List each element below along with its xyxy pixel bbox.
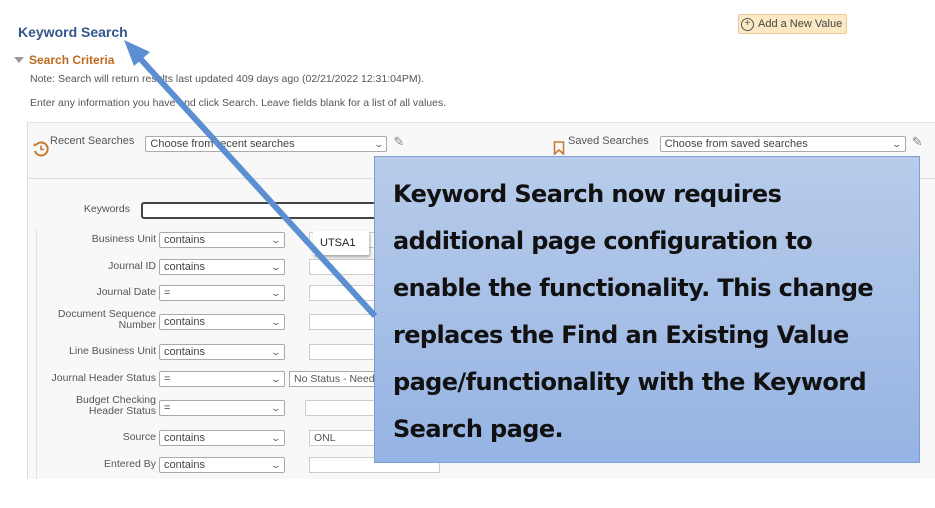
saved-searches: Saved Searches Choose from saved searche… xyxy=(553,134,923,155)
history-clock-icon xyxy=(33,141,49,157)
field-label: Journal Header Status xyxy=(51,372,156,384)
operator-value: = xyxy=(164,402,171,414)
saved-searches-label: Saved Searches xyxy=(568,135,649,147)
recent-searches-placeholder: Choose from recent searches xyxy=(150,138,295,150)
instructions-text: Enter any information you have and click… xyxy=(30,97,447,109)
operator-value: contains xyxy=(164,432,205,444)
operator-value: = xyxy=(164,287,171,299)
operator-value: contains xyxy=(164,346,205,358)
field-label: Document Sequence Number xyxy=(57,308,156,331)
operator-select[interactable]: contains ⌄ xyxy=(159,259,285,275)
recent-searches: Recent Searches Choose from recent searc… xyxy=(32,134,404,158)
field-label: Journal Date xyxy=(96,286,156,298)
autocomplete-suggestion[interactable]: UTSA1 xyxy=(313,231,369,255)
page-title: Keyword Search xyxy=(18,24,128,40)
chevron-down-icon: ⌄ xyxy=(270,261,282,272)
operator-select[interactable]: contains ⌄ xyxy=(159,430,285,446)
field-label: Journal ID xyxy=(108,260,156,272)
note-text: Note: Search will return results last up… xyxy=(30,73,424,85)
operator-select[interactable]: = ⌄ xyxy=(159,400,285,416)
saved-searches-placeholder: Choose from saved searches xyxy=(664,138,808,150)
chevron-down-icon: ⌄ xyxy=(270,402,282,413)
operator-select[interactable]: contains ⌄ xyxy=(159,344,285,360)
chevron-down-icon: ⌄ xyxy=(270,459,282,470)
chevron-down-icon: ⌄ xyxy=(373,138,384,149)
operator-value: contains xyxy=(164,234,205,246)
operator-value: = xyxy=(164,373,171,385)
operator-value: contains xyxy=(164,316,205,328)
operator-select[interactable]: = ⌄ xyxy=(159,285,285,301)
annotation-callout: Keyword Search now requires additional p… xyxy=(374,156,920,463)
chevron-down-icon: ⌄ xyxy=(891,138,903,149)
keywords-label: Keywords xyxy=(83,203,130,215)
add-new-value-button[interactable]: + Add a New Value xyxy=(738,14,848,34)
edit-pencil-icon[interactable]: ✎ xyxy=(912,134,923,150)
field-label: Line Business Unit xyxy=(69,345,156,357)
recent-searches-label: Recent Searches xyxy=(50,135,135,147)
collapse-triangle-icon xyxy=(14,57,24,63)
operator-select[interactable]: = ⌄ xyxy=(159,371,285,387)
chevron-down-icon: ⌄ xyxy=(270,316,282,327)
recent-searches-select[interactable]: Choose from recent searches ⌄ xyxy=(145,136,388,152)
chevron-down-icon: ⌄ xyxy=(270,346,282,357)
field-label: Source xyxy=(122,431,156,443)
chevron-down-icon: ⌄ xyxy=(270,432,282,443)
edit-pencil-icon[interactable]: ✎ xyxy=(393,134,404,150)
operator-value: contains xyxy=(164,261,205,273)
operator-select[interactable]: contains ⌄ xyxy=(159,314,285,330)
field-label: Budget Checking Header Status xyxy=(76,394,156,417)
bookmark-icon xyxy=(553,141,565,155)
operator-value: contains xyxy=(164,459,205,471)
add-new-value-label: Add a New Value xyxy=(758,18,843,30)
arrow-head-icon xyxy=(124,40,150,66)
chevron-down-icon: ⌄ xyxy=(270,373,282,384)
search-criteria-label: Search Criteria xyxy=(29,53,115,67)
plus-circle-icon: + xyxy=(741,17,754,31)
field-label: Entered By xyxy=(104,458,156,470)
chevron-down-icon: ⌄ xyxy=(270,234,282,245)
operator-select[interactable]: contains ⌄ xyxy=(159,232,285,248)
search-criteria-toggle[interactable]: Search Criteria xyxy=(14,53,114,67)
chevron-down-icon: ⌄ xyxy=(270,287,282,298)
saved-searches-select[interactable]: Choose from saved searches ⌄ xyxy=(659,136,906,152)
operator-select[interactable]: contains ⌄ xyxy=(159,457,285,473)
field-label: Business Unit xyxy=(91,233,156,245)
